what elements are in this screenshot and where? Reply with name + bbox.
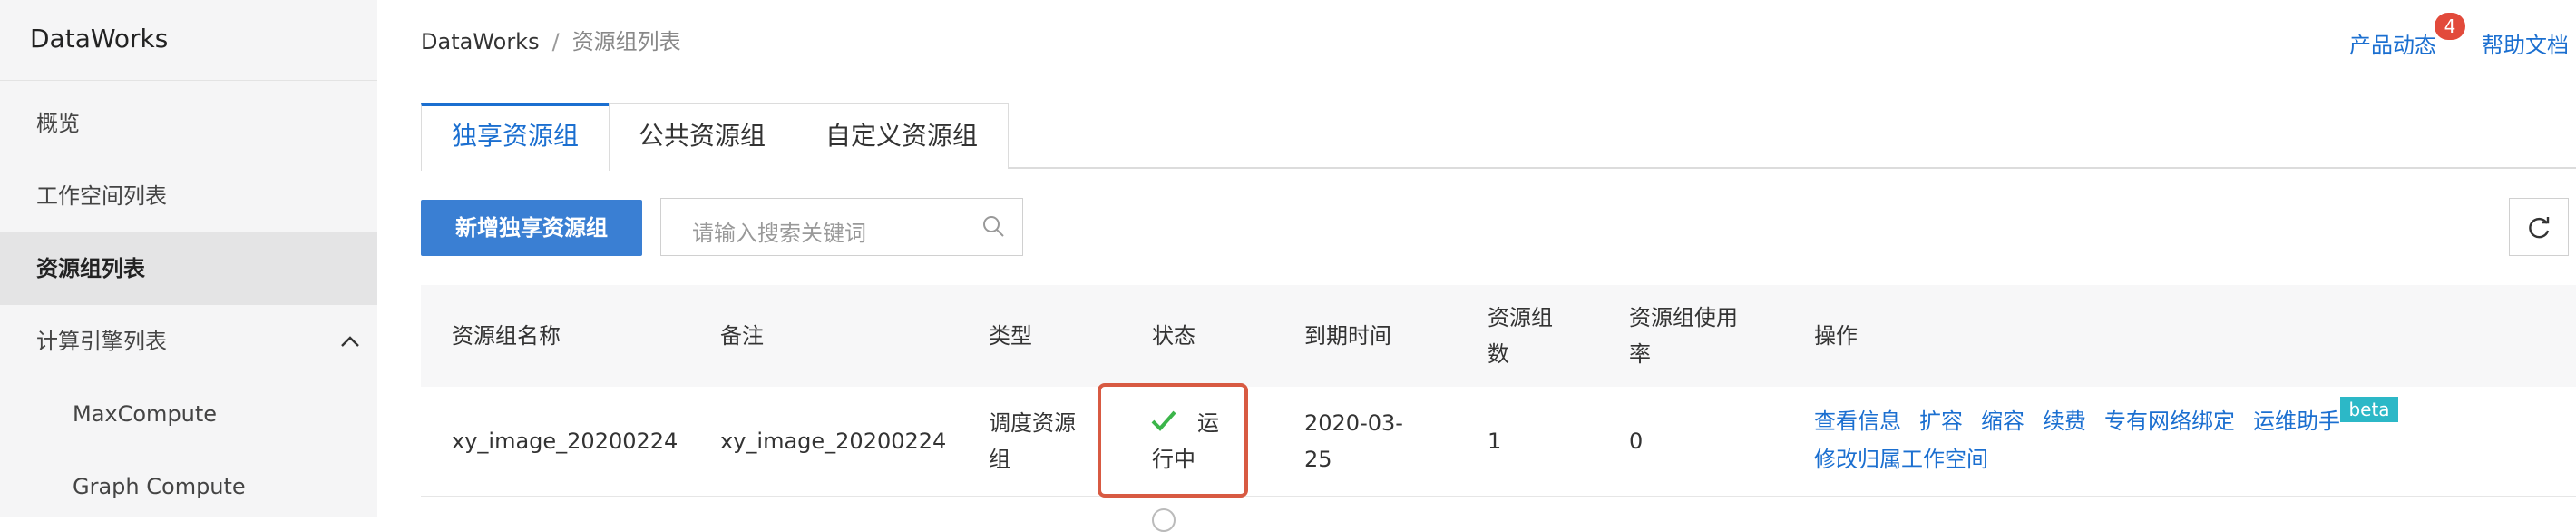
breadcrumb-root[interactable]: DataWorks	[421, 29, 540, 54]
cell-type: 调度资源组	[989, 410, 1076, 472]
sidebar-item-compute-engines[interactable]: 计算引擎列表	[0, 305, 377, 378]
cell-count: 1	[1488, 429, 1502, 454]
refresh-icon	[2529, 217, 2550, 239]
search-input[interactable]: 请输入搜索关键词	[660, 198, 1023, 256]
column-header-remark: 备注	[720, 323, 764, 349]
cell-usage: 0	[1629, 429, 1644, 454]
breadcrumb-current: 资源组列表	[571, 29, 681, 54]
ops-assistant-link[interactable]: 运维助手	[2253, 403, 2340, 439]
sidebar-item-graph-compute[interactable]: Graph Compute	[0, 450, 377, 523]
scale-out-link[interactable]: 扩容	[1919, 403, 1963, 439]
search-placeholder: 请输入搜索关键词	[692, 221, 866, 246]
search-icon[interactable]	[981, 213, 1006, 239]
product-news-link[interactable]: 产品动态	[2349, 27, 2436, 59]
scale-in-link[interactable]: 缩容	[1981, 403, 2025, 439]
help-docs-link[interactable]: 帮助文档	[2482, 27, 2569, 59]
column-header-actions: 操作	[1814, 323, 1858, 349]
sidebar-item-overview[interactable]: 概览	[0, 87, 377, 160]
column-header-count: 资源组数	[1488, 305, 1553, 367]
sidebar-item-maxcompute[interactable]: MaxCompute	[0, 378, 377, 450]
renew-link[interactable]: 续费	[2043, 403, 2086, 439]
column-header-usage: 资源组使用率	[1629, 305, 1738, 367]
cell-expire: 2020-03-25	[1304, 410, 1403, 472]
tab-public-resource-group[interactable]: 公共资源组	[609, 103, 795, 169]
cell-name: xy_image_20200224	[452, 429, 678, 454]
sidebar: DataWorks 概览 工作空间列表 资源组列表 计算引擎列表 MaxComp…	[0, 0, 377, 517]
loading-indicator-icon	[1152, 508, 1176, 532]
cell-remark: xy_image_20200224	[720, 429, 947, 454]
column-header-expire: 到期时间	[1304, 323, 1391, 349]
breadcrumb: DataWorks / 资源组列表	[421, 24, 681, 55]
status-highlight-box	[1098, 383, 1248, 498]
view-info-link[interactable]: 查看信息	[1814, 403, 1901, 439]
add-dedicated-resource-group-button[interactable]: 新增独享资源组	[421, 200, 642, 256]
app-logo[interactable]: DataWorks	[30, 24, 168, 54]
beta-badge: beta	[2340, 397, 2398, 422]
refresh-button[interactable]	[2509, 198, 2569, 256]
column-header-name: 资源组名称	[452, 323, 561, 349]
breadcrumb-separator: /	[551, 29, 560, 54]
tab-custom-resource-group[interactable]: 自定义资源组	[795, 103, 1009, 169]
sidebar-item-workspaces[interactable]: 工作空间列表	[0, 160, 377, 232]
check-icon	[1151, 410, 1176, 431]
sidebar-item-label: 计算引擎列表	[36, 329, 167, 354]
change-workspace-link[interactable]: 修改归属工作空间	[1814, 441, 1988, 478]
column-header-type: 类型	[989, 323, 1032, 349]
tab-dedicated-resource-group[interactable]: 独享资源组	[421, 103, 610, 171]
column-header-status: 状态	[1152, 323, 1195, 349]
notification-badge: 4	[2435, 13, 2465, 40]
vpc-binding-link[interactable]: 专有网络绑定	[2104, 403, 2235, 439]
sidebar-divider	[0, 80, 377, 81]
table-header: 资源组名称 备注 类型 状态 到期时间 资源组数 资源组使用率 操作	[421, 285, 2576, 387]
sidebar-item-resource-groups[interactable]: 资源组列表	[0, 232, 377, 305]
chevron-up-icon[interactable]	[339, 330, 361, 352]
